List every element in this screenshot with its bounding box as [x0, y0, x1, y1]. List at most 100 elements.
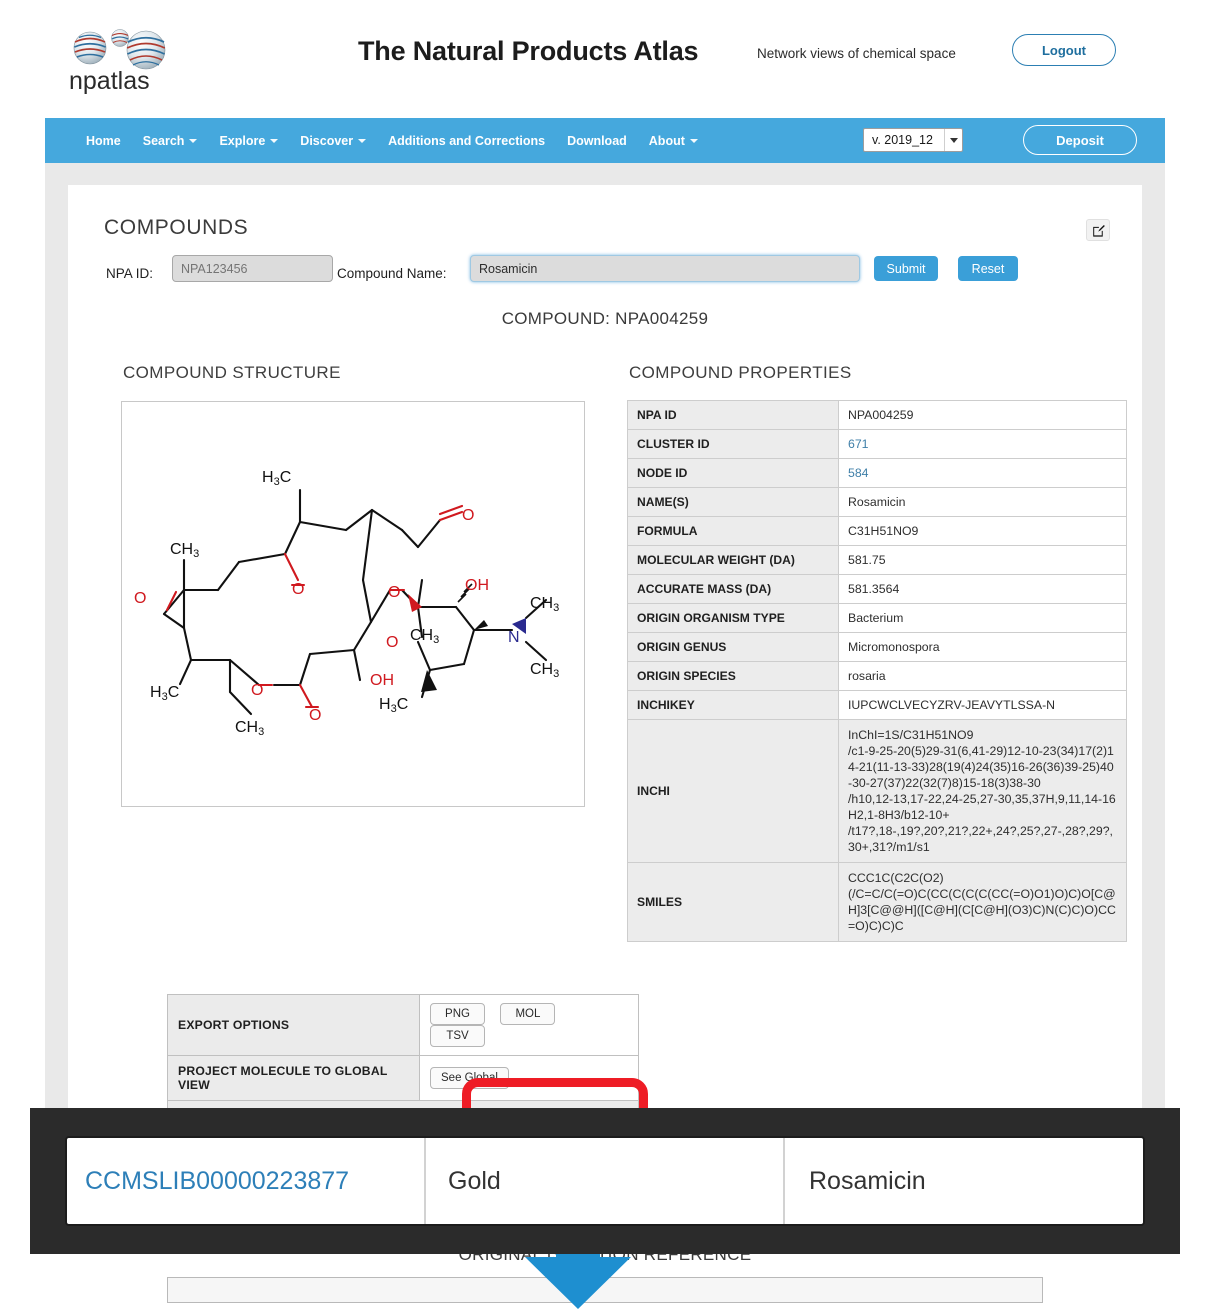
gnps-library-id-link[interactable]: CCMSLIB00000223877 [67, 1138, 426, 1224]
table-row: ORIGIN SPECIES rosaria [627, 661, 1127, 691]
compound-heading: COMPOUND: NPA004259 [501, 309, 709, 328]
row-key: NAME(S) [627, 487, 839, 517]
table-row-project: PROJECT MOLECULE TO GLOBAL VIEW See Glob… [167, 1055, 639, 1101]
page-shell: COMPOUNDS NPA ID: Compound Name: Submit … [45, 163, 1165, 1309]
nav-label: Download [567, 133, 627, 148]
table-row: CLUSTER ID 671 [627, 429, 1127, 459]
row-value: rosaria [838, 661, 1127, 691]
nav-item-explore[interactable]: Explore [208, 118, 289, 163]
svg-text:H3C: H3C [150, 684, 179, 703]
smiles-value: CCC1C(C2C(O2) (/C=C/C(=O)C(CC(C(C(C(CC(=… [838, 862, 1127, 942]
table-row-inchi: INCHI InChI=1S/C31H51NO9 /c1-9-25-20(5)2… [627, 719, 1127, 863]
page-title: The Natural Products Atlas [358, 36, 699, 66]
export-mol-button[interactable]: MOL [500, 1003, 556, 1025]
svg-text:N: N [508, 629, 520, 646]
export-buttons-cell: PNG MOL TSV [419, 994, 639, 1056]
gnps-compound-name-value: Rosamicin [809, 1166, 926, 1195]
reset-button[interactable]: Reset [958, 256, 1018, 281]
see-global-button[interactable]: See Global [430, 1067, 509, 1089]
deposit-button[interactable]: Deposit [1023, 125, 1137, 155]
svg-text:O: O [386, 634, 398, 651]
row-key: ORIGIN GENUS [627, 632, 839, 662]
row-key: NODE ID [627, 458, 839, 488]
structure-section-heading: COMPOUND STRUCTURE [123, 363, 341, 382]
table-row: ORIGIN ORGANISM TYPE Bacterium [627, 603, 1127, 633]
site-header: npatlas The Natural Products Atlas Netwo… [0, 0, 1210, 113]
row-key: ORIGIN ORGANISM TYPE [627, 603, 839, 633]
nav-item-discover[interactable]: Discover [289, 118, 377, 163]
npatlas-logo[interactable]: npatlas [66, 24, 176, 96]
table-row-export: EXPORT OPTIONS PNG MOL TSV [167, 994, 639, 1056]
row-key: ACCURATE MASS (DA) [627, 574, 839, 604]
cluster-id-link[interactable]: 671 [838, 429, 1127, 459]
row-value: C31H51NO9 [838, 516, 1127, 546]
project-molecule-label: PROJECT MOLECULE TO GLOBAL VIEW [167, 1055, 420, 1101]
table-row: FORMULA C31H51NO9 [627, 516, 1127, 546]
table-row: MOLECULAR WEIGHT (DA) 581.75 [627, 545, 1127, 575]
edit-square-icon[interactable] [1086, 219, 1110, 241]
svg-text:O: O [309, 707, 321, 724]
brand-tagline: Network views of chemical space [757, 46, 956, 61]
main-navigation: Home Search Explore Discover Additions a… [45, 118, 1165, 163]
export-png-button[interactable]: PNG [430, 1003, 485, 1025]
svg-text:CH3: CH3 [410, 627, 439, 646]
chevron-down-icon [358, 138, 367, 143]
row-value: Micromonospora [838, 632, 1127, 662]
compound-name-input[interactable] [470, 255, 860, 282]
nav-item-search[interactable]: Search [132, 118, 209, 163]
svg-text:O: O [292, 581, 304, 598]
svg-text:O: O [134, 590, 146, 607]
svg-text:CH3: CH3 [170, 541, 199, 560]
logout-button[interactable]: Logout [1012, 34, 1116, 66]
nav-label: Discover [300, 133, 354, 148]
table-row: CCMSLIB00000223877 Gold Rosamicin [65, 1136, 1145, 1226]
dropdown-arrow-icon [944, 129, 962, 151]
row-key: NPA ID [627, 400, 839, 430]
chevron-down-icon [689, 138, 698, 143]
inchi-value: InChI=1S/C31H51NO9 /c1-9-25-20(5)29-31(6… [838, 719, 1127, 863]
svg-text:O: O [462, 507, 474, 524]
row-key: INCHIKEY [627, 690, 839, 720]
logo-wordmark: npatlas [69, 67, 150, 95]
npatlas-logo-icon: npatlas [69, 29, 166, 95]
molecule-diagram: H3C CH3 H3C CH3 CH3 H3C CH3 CH3 N O O O … [134, 469, 559, 738]
row-value: NPA004259 [838, 400, 1127, 430]
gnps-quality-value: Gold [426, 1138, 785, 1224]
svg-text:H3C: H3C [379, 696, 408, 715]
compound-name-label: Compound Name: [337, 266, 447, 281]
table-row: INCHIKEY IUPCWCLVECYZRV-JEAVYTLSSA-N [627, 690, 1127, 720]
svg-text:CH3: CH3 [530, 595, 559, 614]
row-value: Rosamicin [838, 487, 1127, 517]
row-key: SMILES [627, 862, 839, 942]
svg-text:O: O [388, 584, 400, 601]
nav-item-download[interactable]: Download [556, 118, 638, 163]
svg-text:H3C: H3C [262, 469, 291, 488]
edit-square-icon-glyph [1092, 224, 1105, 237]
table-row-smiles: SMILES CCC1C(C2C(O2) (/C=C/C(=O)C(CC(C(C… [627, 862, 1127, 942]
node-id-link[interactable]: 584 [838, 458, 1127, 488]
export-tsv-button[interactable]: TSV [430, 1025, 485, 1047]
row-key: ORIGIN SPECIES [627, 661, 839, 691]
nav-item-additions-and-corrections[interactable]: Additions and Corrections [377, 118, 556, 163]
table-row: NPA ID NPA004259 [627, 400, 1127, 430]
row-key: MOLECULAR WEIGHT (DA) [627, 545, 839, 575]
row-key: FORMULA [627, 516, 839, 546]
svg-text:OH: OH [370, 672, 394, 689]
row-value: 581.3564 [838, 574, 1127, 604]
svg-text:OH: OH [465, 577, 489, 594]
svg-text:O: O [251, 682, 263, 699]
chevron-down-icon [270, 138, 279, 143]
export-options-label: EXPORT OPTIONS [167, 994, 420, 1056]
nav-label: Additions and Corrections [388, 133, 546, 148]
compounds-title: COMPOUNDS [104, 216, 249, 239]
submit-button[interactable]: Submit [874, 256, 938, 281]
nav-item-home[interactable]: Home [75, 118, 132, 163]
properties-section-heading: COMPOUND PROPERTIES [629, 363, 852, 382]
svg-text:CH3: CH3 [530, 661, 559, 680]
nav-item-about[interactable]: About [638, 118, 709, 163]
npa-id-input[interactable] [172, 255, 333, 282]
npa-id-label: NPA ID: [106, 266, 154, 281]
version-select[interactable]: v. 2019_12 [863, 128, 963, 152]
row-value: Bacterium [838, 603, 1127, 633]
gnps-result-panel: CCMSLIB00000223877 Gold Rosamicin [30, 1108, 1180, 1254]
